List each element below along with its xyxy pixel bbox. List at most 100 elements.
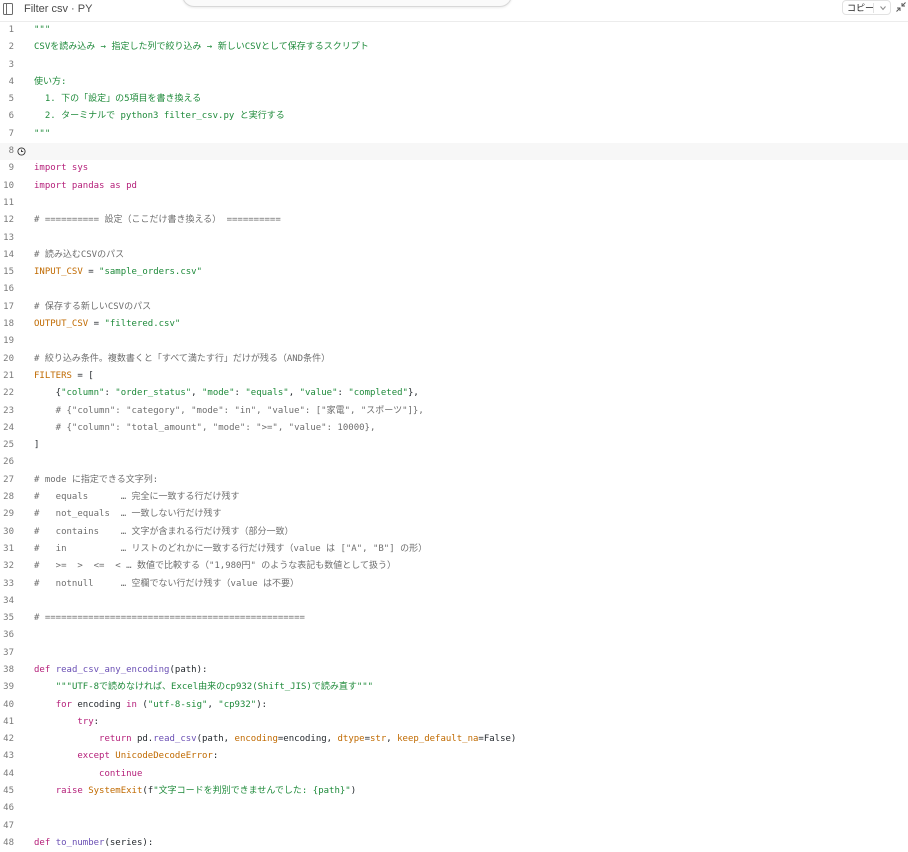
code-line: 25] — [0, 437, 908, 454]
code-text: for encoding in ("utf-8-sig", "cp932"): — [34, 697, 267, 714]
line-number: 13 — [3, 232, 14, 243]
code-line: 13 — [0, 230, 908, 247]
line-number: 45 — [3, 786, 14, 797]
code-token: encoding — [71, 699, 127, 710]
code-line: 8 — [0, 143, 908, 161]
code-text: OUTPUT_CSV = "filtered.csv" — [34, 316, 180, 333]
code-text: # in … リストのどれかに一致する行だけ残す（value は ["A", "… — [34, 541, 427, 558]
window-header: Filter csv · PY コピー — [0, 0, 908, 22]
code-token: : — [337, 388, 349, 399]
code-token: , — [288, 388, 300, 399]
code-token: (path): — [169, 664, 208, 675]
code-token: # in … リストのどれかに一致する行だけ残す（value は ["A", "… — [34, 543, 428, 554]
code-text: """ — [34, 22, 50, 39]
code-token: , — [207, 699, 219, 710]
code-line: 36 — [0, 627, 908, 644]
code-token: except — [77, 751, 110, 762]
code-line: 27 # mode に指定できる文字列: — [0, 472, 908, 489]
code-token: }, — [407, 388, 419, 399]
copy-button[interactable]: コピー — [847, 2, 874, 14]
code-line: 24 # {"column": "total_amount", "mode": … — [0, 420, 908, 437]
line-number: 48 — [3, 837, 14, 848]
code-line: 3 — [0, 57, 908, 74]
code-text: return pd.read_csv(path, encoding=encodi… — [34, 731, 516, 748]
code-line: 18 OUTPUT_CSV = "filtered.csv" — [0, 316, 908, 333]
code-token: encoding — [234, 734, 278, 745]
code-text: except UnicodeDecodeError: — [34, 748, 218, 765]
code-token: # 読み込むCSVのパス — [34, 249, 125, 260]
code-token: UnicodeDecodeError — [115, 751, 213, 762]
code-line: 46 — [0, 800, 908, 817]
line-number: 17 — [3, 301, 14, 312]
code-text: # 絞り込み条件。複数書くと「すべて満たす行」だけが残る（AND条件） — [34, 351, 330, 368]
line-number: 12 — [3, 215, 14, 226]
code-token: # >= > <= < … 数値で比較する（"1,980円" のような表記も数値… — [34, 561, 397, 572]
collapse-icon[interactable] — [896, 2, 906, 12]
code-text: # mode に指定できる文字列: — [34, 472, 158, 489]
code-text: 使い方: — [34, 74, 66, 91]
code-line: 47 — [0, 818, 908, 835]
line-number: 47 — [3, 820, 14, 831]
code-line: 5 1. 下の「設定」の5項目を書き換える — [0, 91, 908, 108]
code-editor[interactable]: 1 """ 2 CSVを読み込み → 指定した列で絞り込み → 新しいCSVとして保存… — [0, 22, 908, 852]
line-number: 10 — [3, 180, 14, 191]
code-token: 2. ターミナルで python3 filter_csv.py と実行する — [34, 111, 285, 122]
line-number: 39 — [3, 682, 14, 693]
code-token: # mode に指定できる文字列: — [34, 474, 159, 485]
line-number: 30 — [3, 526, 14, 537]
code-line: 48 def to_number(series): — [0, 835, 908, 852]
line-number: 19 — [3, 336, 14, 347]
code-token: read_csv_any_encoding — [55, 664, 170, 675]
file-icon — [3, 3, 13, 15]
code-line: 37 — [0, 645, 908, 662]
code-text: def read_csv_any_encoding(path): — [34, 662, 207, 679]
code-token: def — [34, 664, 51, 675]
line-number: 5 — [8, 94, 14, 105]
code-text: CSVを読み込み → 指定した列で絞り込み → 新しいCSVとして保存するスクリ… — [34, 39, 369, 56]
code-line: 21 FILTERS = [ — [0, 368, 908, 385]
code-token: : — [104, 388, 116, 399]
add-comment-icon[interactable] — [17, 147, 26, 156]
code-line: 14 # 読み込むCSVのパス — [0, 247, 908, 264]
code-line: 19 — [0, 333, 908, 350]
chevron-down-icon[interactable] — [878, 3, 888, 13]
line-number: 36 — [3, 630, 14, 641]
code-line: 11 — [0, 195, 908, 212]
line-number: 1 — [8, 25, 14, 35]
code-token: str — [370, 734, 387, 745]
line-number: 32 — [3, 561, 14, 572]
code-line: 33 # notnull … 空欄でない行だけ残す（value は不要） — [0, 576, 908, 593]
code-token: (f — [142, 786, 154, 797]
code-line: 15 INPUT_CSV = "sample_orders.csv" — [0, 264, 908, 281]
code-token: """ — [34, 25, 51, 35]
copy-button-group: コピー — [842, 0, 891, 15]
line-number: 40 — [3, 699, 14, 710]
code-text: try: — [34, 714, 99, 731]
code-token: dtype — [337, 734, 365, 745]
code-text: INPUT_CSV = "sample_orders.csv" — [34, 264, 202, 281]
line-number: 6 — [8, 111, 14, 122]
divider — [873, 3, 874, 13]
line-number: 8 — [8, 146, 14, 157]
code-token: (series): — [104, 837, 154, 848]
code-token: """UTF-8で読めなければ、Excel由来のcp932(Shift_JIS)… — [55, 682, 374, 693]
line-number: 3 — [8, 59, 14, 70]
line-number: 25 — [3, 440, 14, 451]
code-text: # {"column": "total_amount", "mode": ">=… — [34, 420, 376, 437]
line-number: 7 — [8, 128, 14, 139]
line-number: 24 — [3, 422, 14, 433]
code-line: 1 """ — [0, 22, 908, 39]
line-number: 46 — [3, 803, 14, 814]
code-text: """UTF-8で読めなければ、Excel由来のcp932(Shift_JIS)… — [34, 679, 373, 696]
line-number: 38 — [3, 664, 14, 675]
line-number: 2 — [8, 42, 14, 53]
code-token: for — [55, 699, 72, 710]
code-text: # not_equals … 一致しない行だけ残す — [34, 506, 222, 523]
code-line: 12 # ========== 設定（ここだけ書き換える） ========== — [0, 212, 908, 229]
code-line: 42 return pd.read_csv(path, encoding=enc… — [0, 731, 908, 748]
line-number: 41 — [3, 716, 14, 727]
